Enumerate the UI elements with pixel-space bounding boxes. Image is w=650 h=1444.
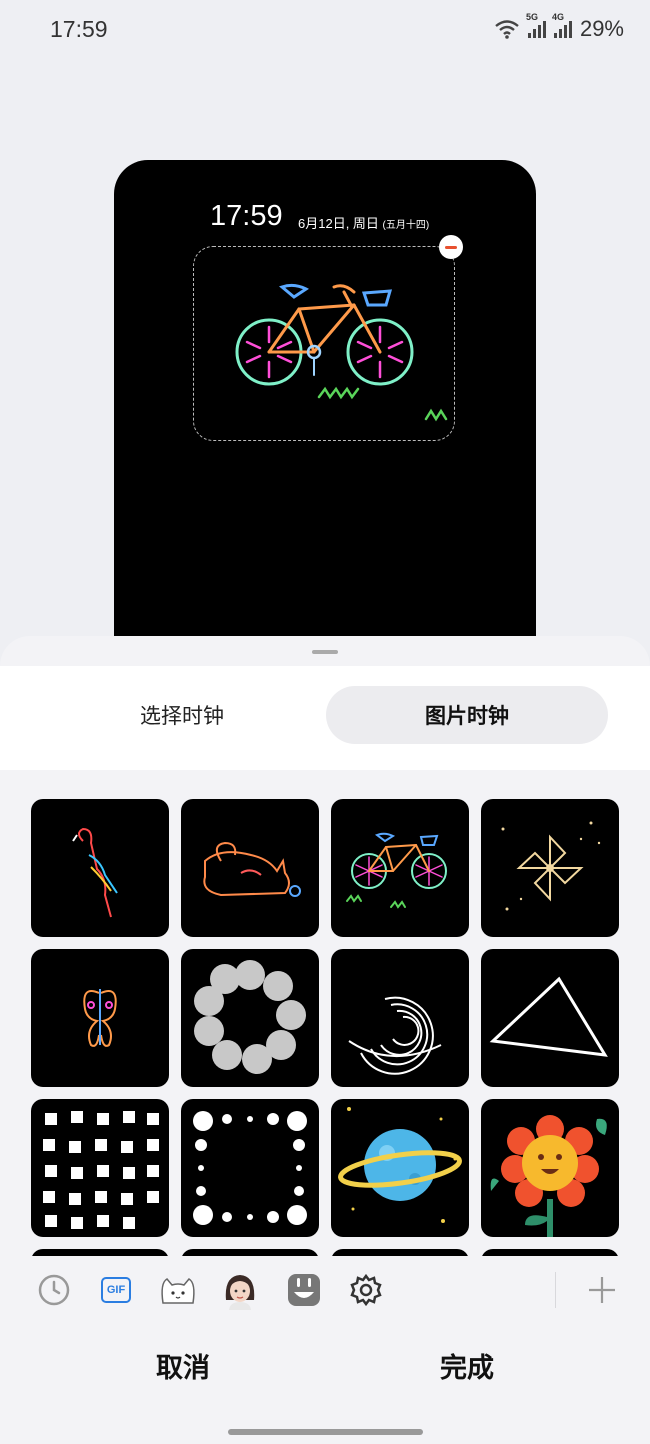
tab-bar: 选择时钟 图片时钟 xyxy=(0,666,650,770)
image-clock-grid xyxy=(31,799,619,1256)
toolbar-divider xyxy=(555,1272,556,1308)
face-sticker-category-button[interactable] xyxy=(284,1270,324,1310)
grid-item-cube-pattern[interactable] xyxy=(31,1099,169,1237)
settings-button[interactable] xyxy=(346,1270,386,1310)
preview-clock: 17:59 xyxy=(210,200,283,232)
pinwheel-image xyxy=(501,821,601,911)
add-button[interactable] xyxy=(582,1270,622,1310)
grid-item-neon-parrot[interactable] xyxy=(31,799,169,937)
minus-icon xyxy=(445,245,457,249)
category-toolbar: GIF xyxy=(0,1256,650,1326)
plus-icon xyxy=(589,1277,615,1303)
cat-sticker-icon xyxy=(161,1278,195,1304)
preview-lunar-date: (五月十四) xyxy=(382,220,430,231)
grid-item-circle-dots[interactable] xyxy=(181,949,319,1087)
widget-frame[interactable] xyxy=(193,246,455,441)
face-sticker-icon xyxy=(288,1274,320,1306)
spiral-lines-image xyxy=(348,996,442,1075)
neon-bicycle-thumb xyxy=(346,832,447,909)
clock-category-button[interactable] xyxy=(34,1270,74,1310)
clock-icon xyxy=(38,1274,70,1306)
remove-widget-button[interactable] xyxy=(439,235,463,259)
gif-label: GIF xyxy=(106,1284,126,1296)
neon-parrot-image xyxy=(72,827,118,918)
cat-sticker-category-button[interactable] xyxy=(158,1270,198,1310)
sheet-drag-handle[interactable] xyxy=(312,650,338,654)
battery-percent: 29% xyxy=(579,16,624,41)
planet-image xyxy=(338,1107,462,1223)
grid-item-pinwheel[interactable] xyxy=(481,799,619,937)
grid-item-neon-bicycle[interactable] xyxy=(331,799,469,937)
wifi-icon xyxy=(495,20,519,39)
grid-item-partial-2[interactable] xyxy=(181,1249,319,1256)
lockscreen-preview: 17:59 6月12日, 周日 (五月十四) xyxy=(114,160,536,660)
home-indicator[interactable] xyxy=(228,1429,423,1435)
triangle-image xyxy=(489,976,608,1057)
sim2-signal-icon: 4G xyxy=(552,12,572,38)
girl-avatar-category-button[interactable] xyxy=(220,1270,260,1310)
neon-bicycle-image xyxy=(235,283,448,422)
circle-dots-image xyxy=(194,960,306,1074)
gif-category-button[interactable]: GIF xyxy=(96,1270,136,1310)
grid-item-planet[interactable] xyxy=(331,1099,469,1237)
action-bar: 取消 完成 xyxy=(0,1336,650,1396)
grid-item-partial-4[interactable] xyxy=(481,1249,619,1256)
tab-select-clock[interactable]: 选择时钟 xyxy=(40,686,324,744)
sunflower-image xyxy=(490,1115,607,1237)
grid-item-sunflower[interactable] xyxy=(481,1099,619,1237)
status-icons: 5G 4G 29% xyxy=(494,12,624,42)
preview-date: 6月12日, 周日 (五月十四) xyxy=(298,216,430,231)
status-time: 17:59 xyxy=(50,16,108,42)
girl-avatar-icon xyxy=(225,1275,255,1310)
settings-icon xyxy=(350,1273,382,1307)
cancel-button[interactable]: 取消 xyxy=(108,1346,258,1385)
gif-icon: GIF xyxy=(101,1277,131,1303)
grid-item-partial-3[interactable] xyxy=(331,1249,469,1256)
clock-picker-sheet: 选择时钟 图片时钟 GIF 取消 完成 xyxy=(0,636,650,1444)
grid-item-dot-square[interactable] xyxy=(181,1099,319,1237)
grid-item-spiral-lines[interactable] xyxy=(331,949,469,1087)
grid-item-partial-1[interactable] xyxy=(31,1249,169,1256)
tab-image-clock[interactable]: 图片时钟 xyxy=(326,686,608,744)
done-button[interactable]: 完成 xyxy=(392,1346,542,1385)
grid-item-neon-cat[interactable] xyxy=(181,799,319,937)
neon-cat-image xyxy=(203,841,301,897)
grid-item-neon-butterfly[interactable] xyxy=(31,949,169,1087)
status-bar: 17:59 5G 4G 29% xyxy=(0,0,650,60)
neon-butterfly-image xyxy=(83,989,117,1047)
dot-square-image xyxy=(193,1111,307,1225)
sim1-signal-icon: 5G xyxy=(526,12,546,38)
cube-pattern-image xyxy=(43,1111,159,1229)
grid-item-triangle[interactable] xyxy=(481,949,619,1087)
